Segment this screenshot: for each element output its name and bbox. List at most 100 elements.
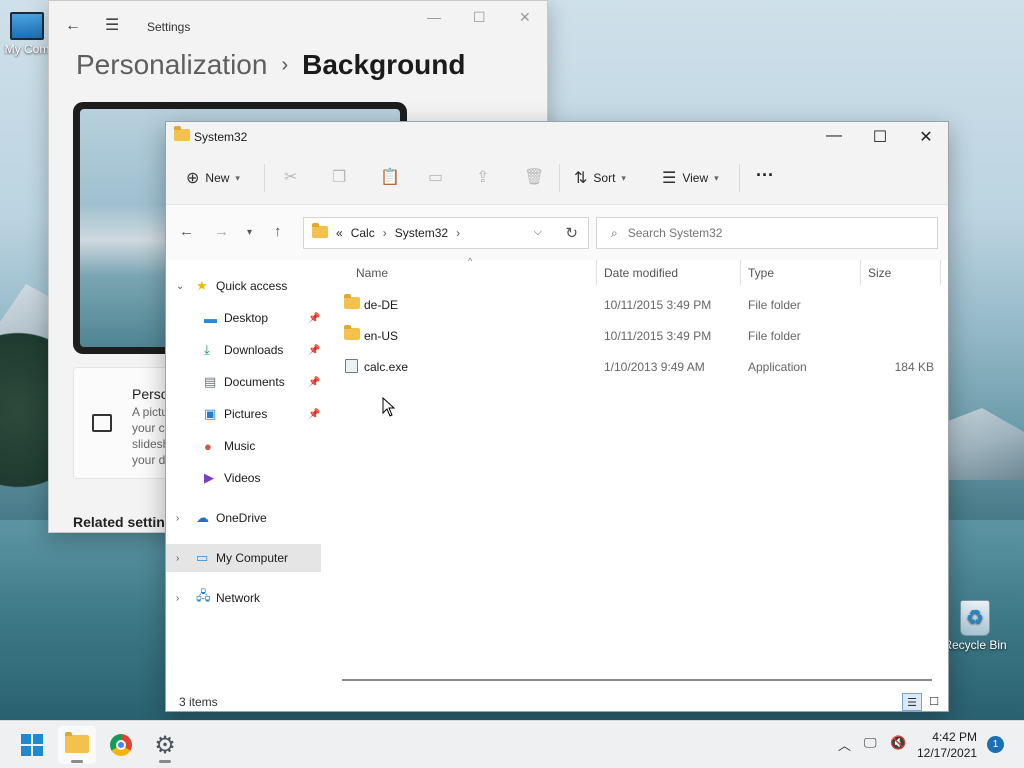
column-divider[interactable] — [740, 260, 741, 286]
system-clock[interactable]: 4:42 PM 12/17/2021 — [917, 729, 977, 761]
taskbar-settings[interactable]: ⚙ — [146, 726, 184, 764]
nav-item-pictures[interactable]: ▣ Pictures 📌 — [166, 400, 321, 428]
column-size[interactable]: Size — [868, 266, 891, 280]
up-arrow-icon[interactable]: ↑ — [274, 223, 282, 240]
breadcrumb-parent[interactable]: Personalization — [76, 49, 267, 81]
column-divider[interactable] — [860, 260, 861, 286]
nav-onedrive[interactable]: › ☁ OneDrive — [166, 504, 321, 532]
new-button[interactable]: ⊕ New ▾ — [186, 168, 240, 188]
file-row[interactable]: de-DE 10/11/2015 3:49 PM File folder — [342, 291, 942, 319]
column-name[interactable]: Name — [356, 266, 388, 280]
chrome-icon — [110, 734, 132, 756]
chevron-right-icon[interactable]: › — [456, 226, 460, 240]
start-button[interactable] — [13, 726, 51, 764]
hamburger-menu-icon[interactable]: ☰ — [105, 15, 119, 35]
paste-icon[interactable]: 📋 — [380, 167, 400, 187]
pin-icon: 📌 — [308, 312, 321, 324]
column-type[interactable]: Type — [748, 266, 774, 280]
running-indicator — [159, 760, 171, 763]
nav-item-videos[interactable]: ▶ Videos — [166, 464, 321, 492]
chevron-right-icon[interactable]: › — [383, 226, 387, 240]
column-headers: ^ Name Date modified Type Size — [342, 256, 942, 288]
address-segment-system32[interactable]: System32 — [395, 226, 448, 240]
chevron-up-icon[interactable]: ︿ — [838, 735, 851, 754]
nav-item-desktop[interactable]: ▬ Desktop 📌 — [166, 304, 321, 332]
volume-muted-icon[interactable]: 🔇 — [890, 735, 906, 751]
address-segment-calc[interactable]: Calc — [351, 226, 375, 240]
details-view-icon[interactable]: ☰ — [902, 693, 922, 711]
nav-label: Desktop — [224, 311, 269, 325]
mouse-cursor-icon — [382, 397, 396, 417]
search-input[interactable] — [627, 226, 908, 240]
maximize-icon[interactable]: ☐ — [473, 9, 486, 26]
network-status-icon[interactable]: 🖵 — [864, 735, 877, 751]
expand-chevron-icon[interactable]: ⌄ — [176, 281, 184, 292]
windows-logo-icon — [21, 734, 43, 756]
horizontal-scrollbar[interactable] — [342, 679, 932, 681]
file-row[interactable]: calc.exe 1/10/2013 9:49 AM Application 1… — [342, 353, 942, 381]
nav-network[interactable]: › 🖧 Network — [166, 584, 321, 612]
navigation-pane: ⌄ ★ Quick access ▬ Desktop 📌 ⤓ Downloads… — [166, 260, 326, 670]
nav-item-documents[interactable]: ▤ Documents 📌 — [166, 368, 321, 396]
sort-button[interactable]: ⇅ Sort ▾ — [574, 168, 626, 188]
page-title: Background — [302, 49, 466, 80]
folder-icon — [344, 325, 360, 343]
running-indicator — [71, 760, 83, 763]
back-arrow-icon[interactable]: ← — [179, 223, 194, 240]
forward-arrow-icon[interactable]: → — [214, 223, 229, 240]
nav-label: Documents — [224, 375, 285, 389]
expand-chevron-icon[interactable]: › — [176, 553, 179, 564]
cloud-icon: ☁ — [196, 510, 209, 525]
expand-chevron-icon[interactable]: › — [176, 593, 179, 604]
minimize-icon[interactable]: — — [824, 127, 844, 145]
settings-titlebar: ← ☰ Settings — ☐ ✕ — [49, 1, 547, 51]
desktop-icon-recycle-bin[interactable]: ♻ Recycle Bin — [940, 600, 1010, 652]
more-options-button[interactable]: ··· — [756, 165, 774, 186]
nav-item-music[interactable]: ● Music — [166, 432, 321, 460]
close-icon[interactable]: ✕ — [916, 127, 936, 147]
search-box[interactable]: ⌕ — [596, 217, 938, 249]
column-divider[interactable] — [940, 260, 941, 286]
maximize-icon[interactable]: ☐ — [870, 127, 890, 147]
copy-icon[interactable]: ❐ — [332, 167, 346, 187]
address-overflow[interactable]: « — [336, 226, 343, 240]
chevron-down-icon[interactable]: ⌵ — [534, 226, 542, 239]
more-icon: ··· — [756, 165, 774, 185]
search-icon: ⌕ — [611, 225, 618, 240]
rename-icon[interactable]: ▭ — [428, 167, 443, 187]
taskbar-chrome[interactable] — [102, 726, 140, 764]
folder-icon — [344, 294, 360, 312]
file-row[interactable]: en-US 10/11/2015 3:49 PM File folder — [342, 322, 942, 350]
column-date-modified[interactable]: Date modified — [604, 266, 678, 280]
refresh-icon[interactable]: ↻ — [565, 224, 578, 242]
share-icon[interactable]: ⇪ — [476, 167, 489, 187]
cut-icon[interactable]: ✂ — [284, 167, 297, 187]
command-bar: ⊕ New ▾ ✂ ❐ 📋 ▭ ⇪ 🗑 ⇅ Sort ▾ ☰ View ▾ ··… — [166, 152, 948, 205]
file-date: 1/10/2013 9:49 AM — [604, 360, 705, 374]
column-divider[interactable] — [596, 260, 597, 286]
folder-icon — [65, 731, 89, 756]
nav-label: Music — [224, 439, 256, 453]
expand-chevron-icon[interactable]: › — [176, 513, 179, 524]
recent-locations-chevron-icon[interactable]: ▾ — [247, 227, 252, 238]
address-bar[interactable]: « Calc › System32 › ⌵ ↻ — [303, 217, 589, 249]
tiles-view-icon[interactable]: ☐ — [924, 693, 944, 711]
close-icon[interactable]: ✕ — [519, 9, 531, 26]
nav-quick-access[interactable]: ⌄ ★ Quick access — [166, 272, 321, 300]
delete-icon[interactable]: 🗑 — [524, 167, 544, 187]
toolbar-divider — [264, 164, 265, 192]
taskbar-file-explorer[interactable] — [58, 726, 96, 764]
back-arrow-icon[interactable]: ← — [65, 17, 81, 35]
plus-circle-icon: ⊕ — [186, 170, 200, 187]
monitor-icon — [10, 12, 44, 40]
notification-badge[interactable]: 1 — [987, 736, 1004, 753]
videos-icon: ▶ — [204, 470, 214, 485]
document-icon: ▤ — [204, 374, 217, 389]
nav-item-downloads[interactable]: ⤓ Downloads 📌 — [166, 336, 321, 364]
view-button[interactable]: ☰ View ▾ — [662, 168, 719, 188]
nav-my-computer[interactable]: › ▭ My Computer — [166, 544, 321, 572]
picture-icon — [92, 414, 112, 432]
view-label: View — [682, 171, 709, 185]
minimize-icon[interactable]: — — [427, 9, 441, 25]
sort-caret-icon: ^ — [468, 256, 473, 266]
